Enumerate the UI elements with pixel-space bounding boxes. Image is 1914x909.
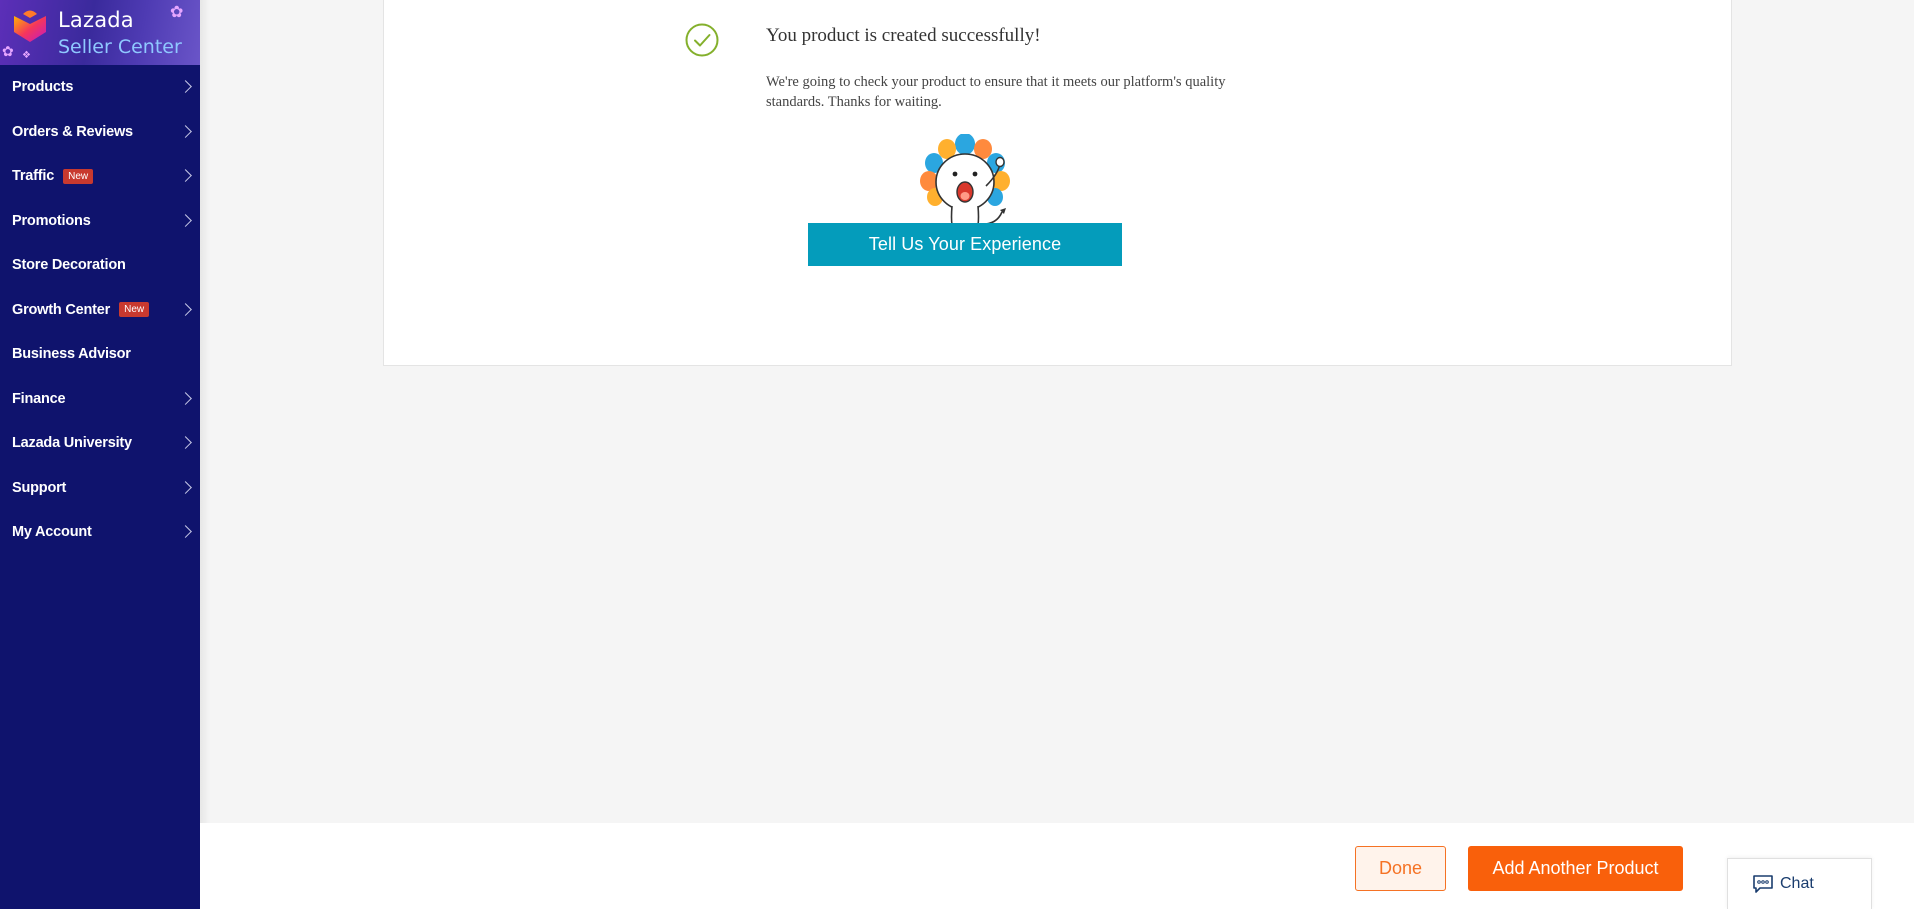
sidebar-item-label: Finance <box>12 390 66 407</box>
sidebar-item-lazada-university[interactable]: Lazada University <box>0 421 200 466</box>
success-title: You product is created successfully! <box>766 25 1041 46</box>
chat-bubble-icon <box>1753 875 1773 893</box>
brand-name: Lazada <box>58 8 134 32</box>
chevron-right-icon <box>179 169 192 183</box>
sidebar-item-traffic[interactable]: Traffic New <box>0 154 200 199</box>
sidebar-item-store-decoration[interactable]: Store Decoration <box>0 243 200 288</box>
success-card <box>383 0 1732 366</box>
sparkle-icon: ✿ <box>2 44 14 60</box>
sidebar-item-growth-center[interactable]: Growth Center New <box>0 288 200 333</box>
chevron-right-icon <box>179 124 192 138</box>
success-description: We're going to check your product to ens… <box>766 72 1286 112</box>
brand-header[interactable]: ✿ ✿ ❖ Lazada Seller Center <box>0 0 200 65</box>
chevron-right-icon <box>179 80 192 94</box>
sidebar-item-business-advisor[interactable]: Business Advisor <box>0 332 200 377</box>
sidebar-shadow <box>200 0 210 909</box>
check-circle-icon <box>685 23 719 57</box>
sidebar-item-label: Promotions <box>12 212 91 229</box>
sidebar-item-promotions[interactable]: Promotions <box>0 199 200 244</box>
sidebar-item-label: Orders & Reviews <box>12 123 133 140</box>
sidebar-item-label: Lazada University <box>12 435 132 452</box>
sidebar-item-support[interactable]: Support <box>0 466 200 511</box>
tell-us-experience-button[interactable]: Tell Us Your Experience <box>808 223 1122 266</box>
chevron-right-icon <box>179 213 192 227</box>
sidebar-item-label: Products <box>12 79 74 96</box>
chevron-right-icon <box>179 525 192 539</box>
brand-subtitle: Seller Center <box>58 36 182 58</box>
sidebar-item-label: Business Advisor <box>12 346 131 363</box>
sidebar-item-my-account[interactable]: My Account <box>0 510 200 555</box>
chat-button[interactable]: Chat <box>1727 858 1872 909</box>
new-badge: New <box>119 302 150 318</box>
sparkle-icon: ✿ <box>170 2 184 21</box>
new-badge: New <box>63 168 94 184</box>
sidebar-item-products[interactable]: Products <box>0 65 200 110</box>
sidebar: ✿ ✿ ❖ Lazada Seller Center Products Orde… <box>0 0 200 909</box>
chat-label: Chat <box>1780 875 1814 892</box>
sidebar-nav: Products Orders & Reviews Traffic New Pr… <box>0 65 200 555</box>
sidebar-item-label: Store Decoration <box>12 257 126 274</box>
done-button[interactable]: Done <box>1355 846 1446 891</box>
sidebar-item-label: Traffic <box>12 168 55 185</box>
sparkle-icon: ❖ <box>22 50 31 61</box>
success-description-line: standards. Thanks for waiting. <box>766 94 942 110</box>
sidebar-item-label: Growth Center <box>12 301 111 318</box>
chevron-right-icon <box>179 302 192 316</box>
success-description-line: We're going to check your product to ens… <box>766 74 1226 90</box>
chevron-right-icon <box>179 436 192 450</box>
add-another-product-button[interactable]: Add Another Product <box>1468 846 1683 891</box>
sidebar-item-label: My Account <box>12 524 92 541</box>
sidebar-item-finance[interactable]: Finance <box>0 377 200 422</box>
lazada-logo-icon <box>14 10 46 42</box>
chevron-right-icon <box>179 391 192 405</box>
sidebar-item-orders-reviews[interactable]: Orders & Reviews <box>0 110 200 155</box>
chevron-right-icon <box>179 480 192 494</box>
sidebar-item-label: Support <box>12 479 67 496</box>
